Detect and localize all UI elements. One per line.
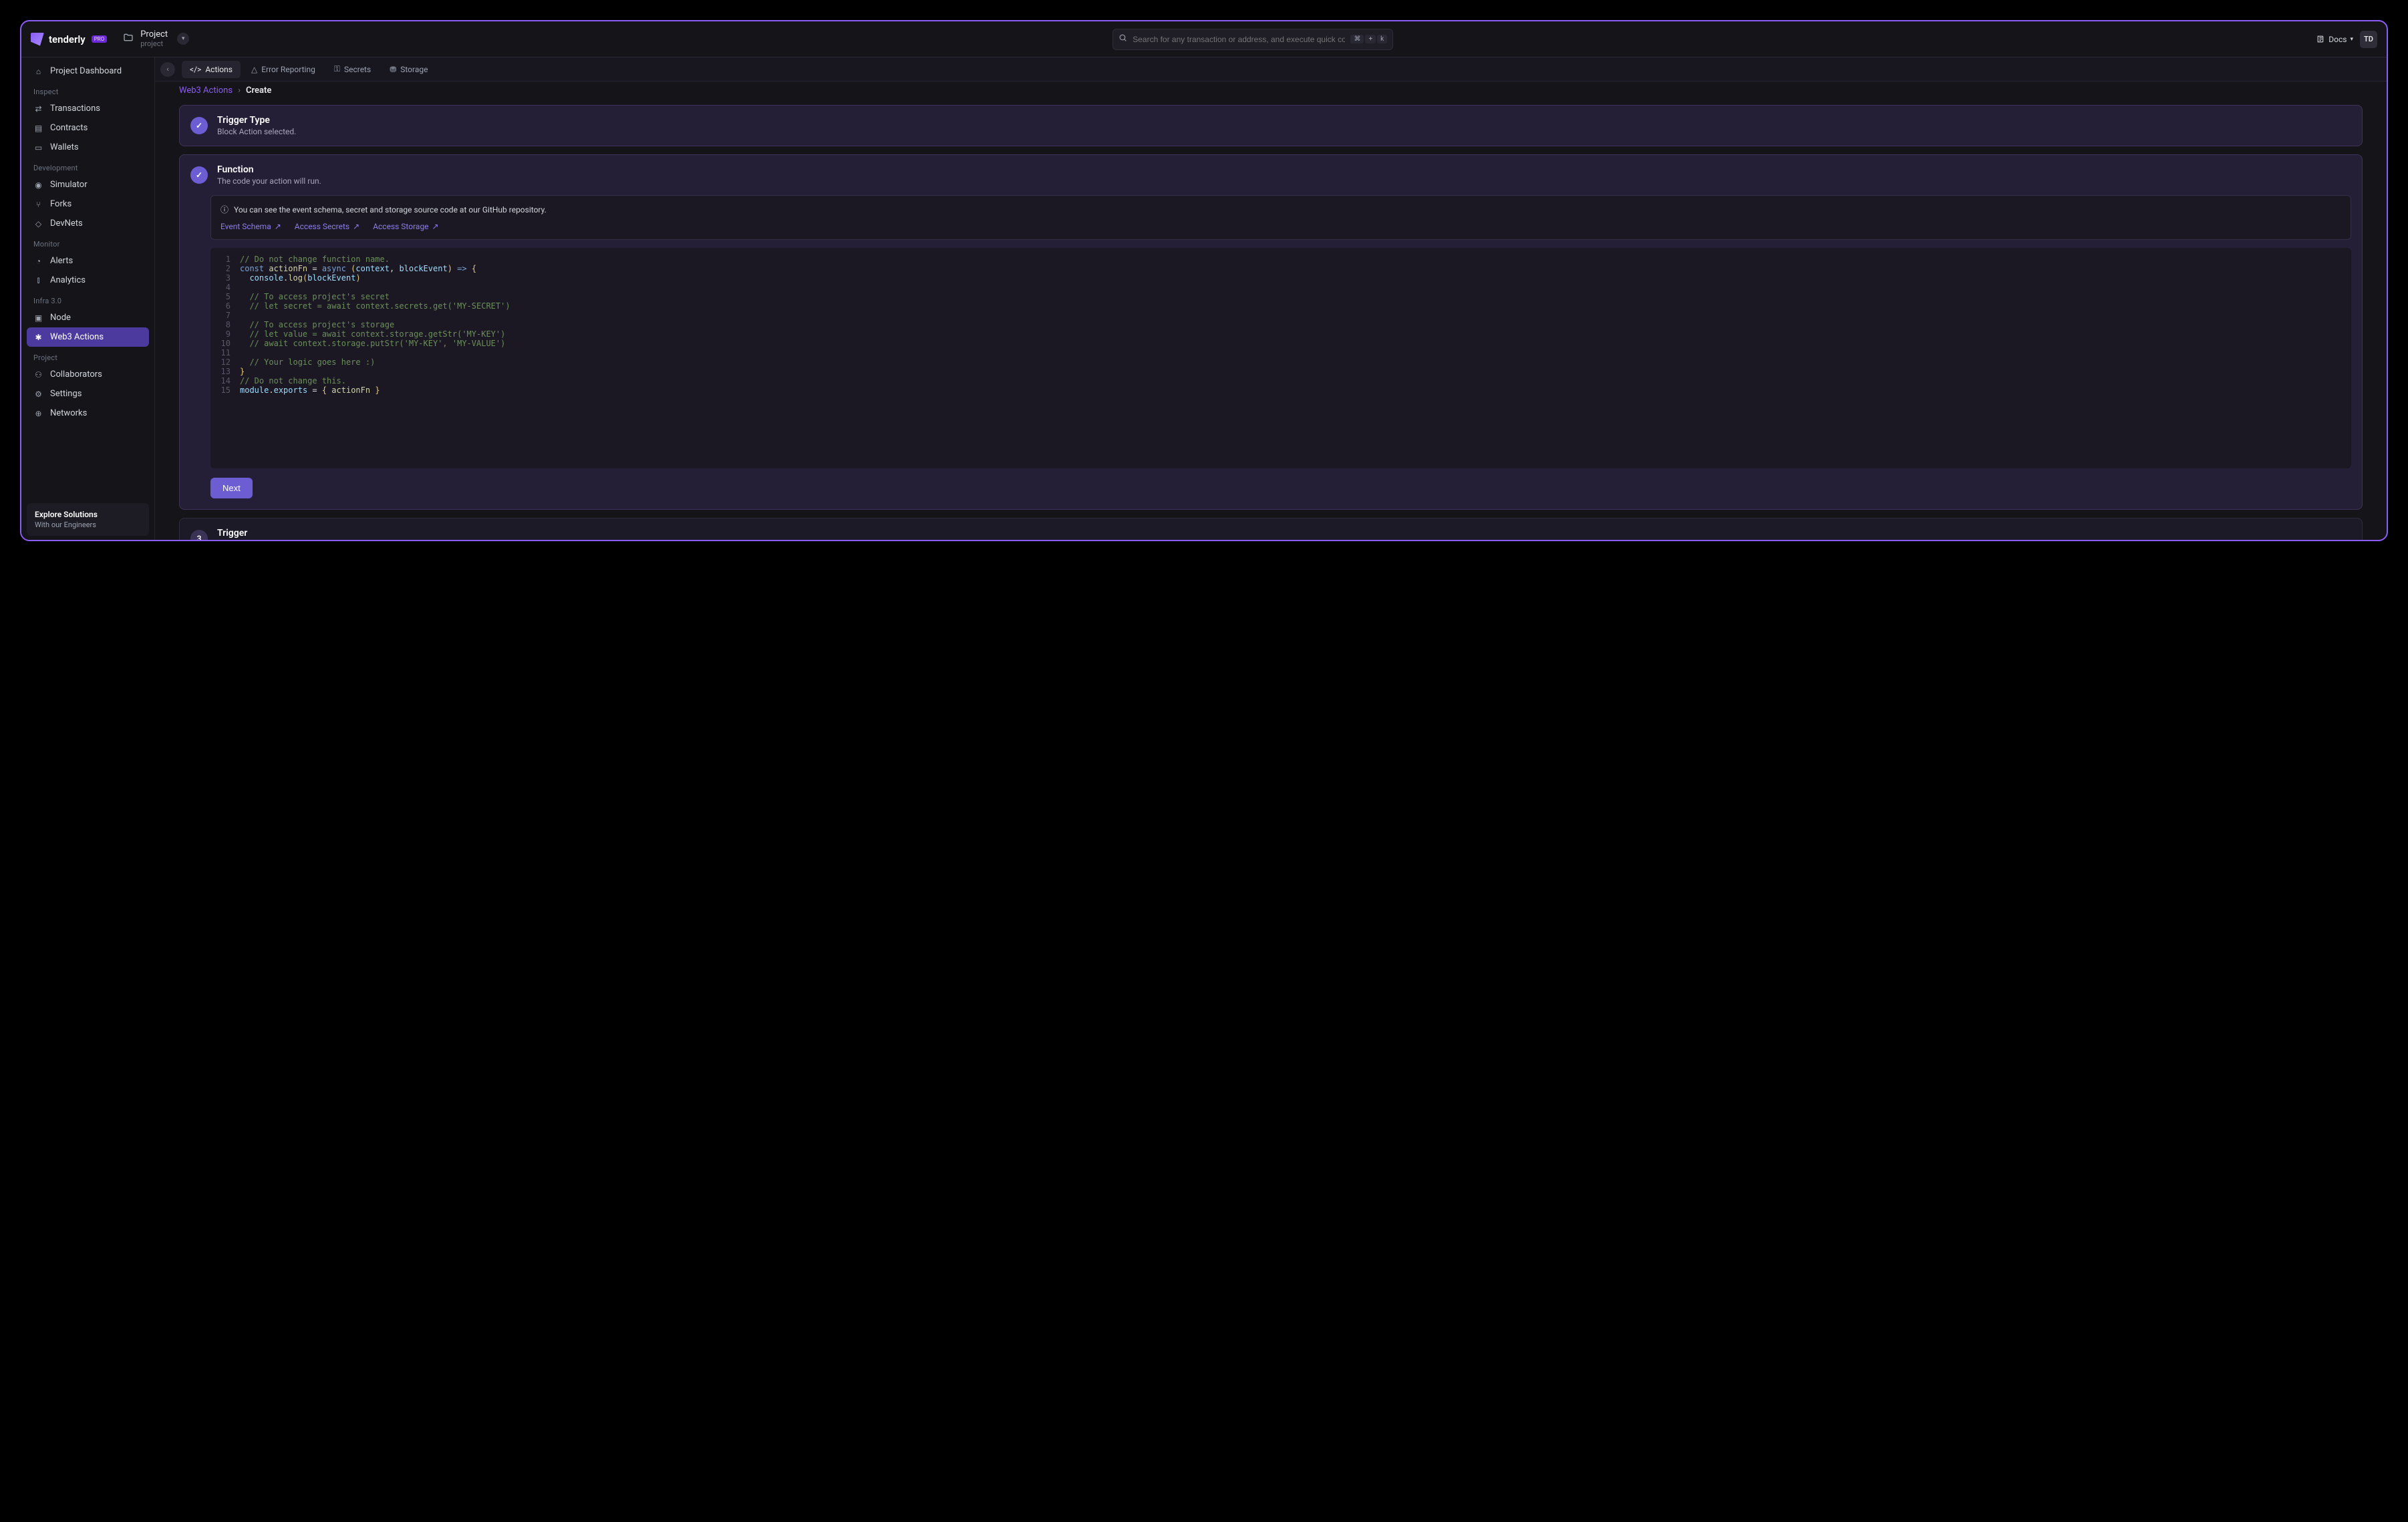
sidebar-item-devnets[interactable]: ◇DevNets: [27, 214, 149, 233]
main: ‹ </>Actions △Error Reporting ⚿Secrets ⛃…: [155, 57, 2387, 540]
chevron-down-icon: ▾: [2350, 36, 2353, 43]
breadcrumb-separator: ›: [238, 86, 241, 96]
sidebar-item-collaborators[interactable]: ⚇Collaborators: [27, 365, 149, 384]
sidebar-item-node[interactable]: ▣Node: [27, 308, 149, 327]
sidebar-section-inspect: Inspect: [27, 81, 149, 99]
code-editor[interactable]: 1// Do not change function name. 2const …: [210, 248, 2351, 468]
tab-secrets[interactable]: ⚿Secrets: [326, 60, 379, 78]
logo-text: tenderly: [49, 33, 86, 45]
sidebar-item-dashboard[interactable]: ⌂ Project Dashboard: [27, 61, 149, 81]
logo-icon: [31, 33, 44, 46]
sidebar-item-analytics[interactable]: ⫾Analytics: [27, 271, 149, 290]
users-icon: ⚇: [33, 370, 43, 379]
next-button[interactable]: Next: [210, 478, 253, 498]
step-function: ✓ Function The code your action will run…: [179, 154, 2363, 510]
sidebar-item-web3-actions[interactable]: ✱Web3 Actions: [27, 327, 149, 347]
tabbar: ‹ </>Actions △Error Reporting ⚿Secrets ⛃…: [155, 57, 2387, 82]
pro-badge: PRO: [92, 35, 107, 43]
folder-icon: [123, 32, 134, 45]
sidebar-item-simulator[interactable]: ◉Simulator: [27, 175, 149, 194]
sidebar-item-transactions[interactable]: ⇄Transactions: [27, 99, 149, 118]
sidebar-item-alerts[interactable]: ◔Alerts: [27, 251, 149, 271]
sidebar-section-development: Development: [27, 157, 149, 175]
project-selector[interactable]: Project project ▾: [123, 30, 189, 47]
sidebar-section-infra: Infra 3.0: [27, 290, 149, 308]
collapse-sidebar-button[interactable]: ‹: [160, 62, 175, 77]
breadcrumb-current: Create: [246, 86, 271, 96]
swap-icon: ⇄: [33, 104, 43, 114]
breadcrumb-root[interactable]: Web3 Actions: [179, 86, 233, 96]
sidebar-section-project: Project: [27, 347, 149, 365]
cube-icon: ▣: [33, 313, 43, 323]
info-icon: ⓘ: [220, 204, 229, 215]
sidebar-item-contracts[interactable]: ▤Contracts: [27, 118, 149, 138]
sidebar-item-networks[interactable]: ⊕Networks: [27, 404, 149, 423]
chart-icon: ⫾: [33, 275, 43, 285]
tab-storage[interactable]: ⛃Storage: [382, 61, 436, 78]
tab-actions[interactable]: </>Actions: [182, 61, 241, 78]
info-box: ⓘ You can see the event schema, secret a…: [210, 195, 2351, 240]
database-icon: ⛃: [390, 65, 396, 74]
home-icon: ⌂: [33, 67, 43, 76]
docs-link[interactable]: Docs ▾: [2316, 35, 2353, 44]
sidebar-item-wallets[interactable]: ▭Wallets: [27, 138, 149, 157]
step-trigger-type[interactable]: ✓ Trigger Type Block Action selected.: [179, 105, 2363, 146]
check-icon: ✓: [190, 166, 208, 184]
avatar[interactable]: TD: [2360, 31, 2377, 48]
logo[interactable]: tenderly PRO: [31, 33, 107, 46]
link-access-storage[interactable]: Access Storage↗: [373, 222, 438, 231]
sidebar-section-monitor: Monitor: [27, 233, 149, 251]
search-icon: [1118, 33, 1127, 45]
app-frame: tenderly PRO Project project ▾ ⌘ +: [20, 20, 2388, 541]
search-bar[interactable]: ⌘ + k: [1112, 29, 1393, 50]
breadcrumb: Web3 Actions › Create: [179, 82, 2363, 105]
warning-icon: △: [251, 65, 257, 74]
chevron-down-icon[interactable]: ▾: [177, 33, 189, 45]
sidebar-item-settings[interactable]: ⚙Settings: [27, 384, 149, 404]
bell-icon: ◔: [33, 257, 43, 266]
bolt-icon: ✱: [33, 333, 43, 342]
lock-icon: ⚿: [334, 64, 340, 74]
header: tenderly PRO Project project ▾ ⌘ +: [21, 21, 2387, 57]
project-names: Project project: [140, 30, 168, 47]
document-icon: ▤: [33, 124, 43, 133]
link-event-schema[interactable]: Event Schema↗: [220, 222, 281, 231]
kbd-hint: ⌘ + k: [1350, 35, 1387, 43]
search-input[interactable]: [1133, 35, 1345, 44]
check-icon: ✓: [190, 117, 208, 134]
tab-error-reporting[interactable]: △Error Reporting: [243, 61, 323, 78]
wallet-icon: ▭: [33, 143, 43, 152]
globe-icon: ⊕: [33, 409, 43, 418]
fork-icon: ⑂: [33, 200, 43, 209]
sidebar: ⌂ Project Dashboard Inspect ⇄Transaction…: [21, 57, 155, 540]
play-icon: ◉: [33, 180, 43, 190]
step-trigger[interactable]: 3 Trigger Determines on which event or b…: [179, 518, 2363, 540]
sidebar-footer[interactable]: Explore Solutions With our Engineers: [27, 503, 149, 536]
step-number: 3: [190, 530, 208, 540]
code-icon: </>: [190, 65, 201, 74]
gear-icon: ⚙: [33, 390, 43, 399]
network-icon: ◇: [33, 219, 43, 229]
external-icon: ↗: [432, 222, 439, 231]
sidebar-item-forks[interactable]: ⑂Forks: [27, 194, 149, 214]
external-icon: ↗: [275, 222, 281, 231]
external-icon: ↗: [353, 222, 359, 231]
link-access-secrets[interactable]: Access Secrets↗: [295, 222, 359, 231]
